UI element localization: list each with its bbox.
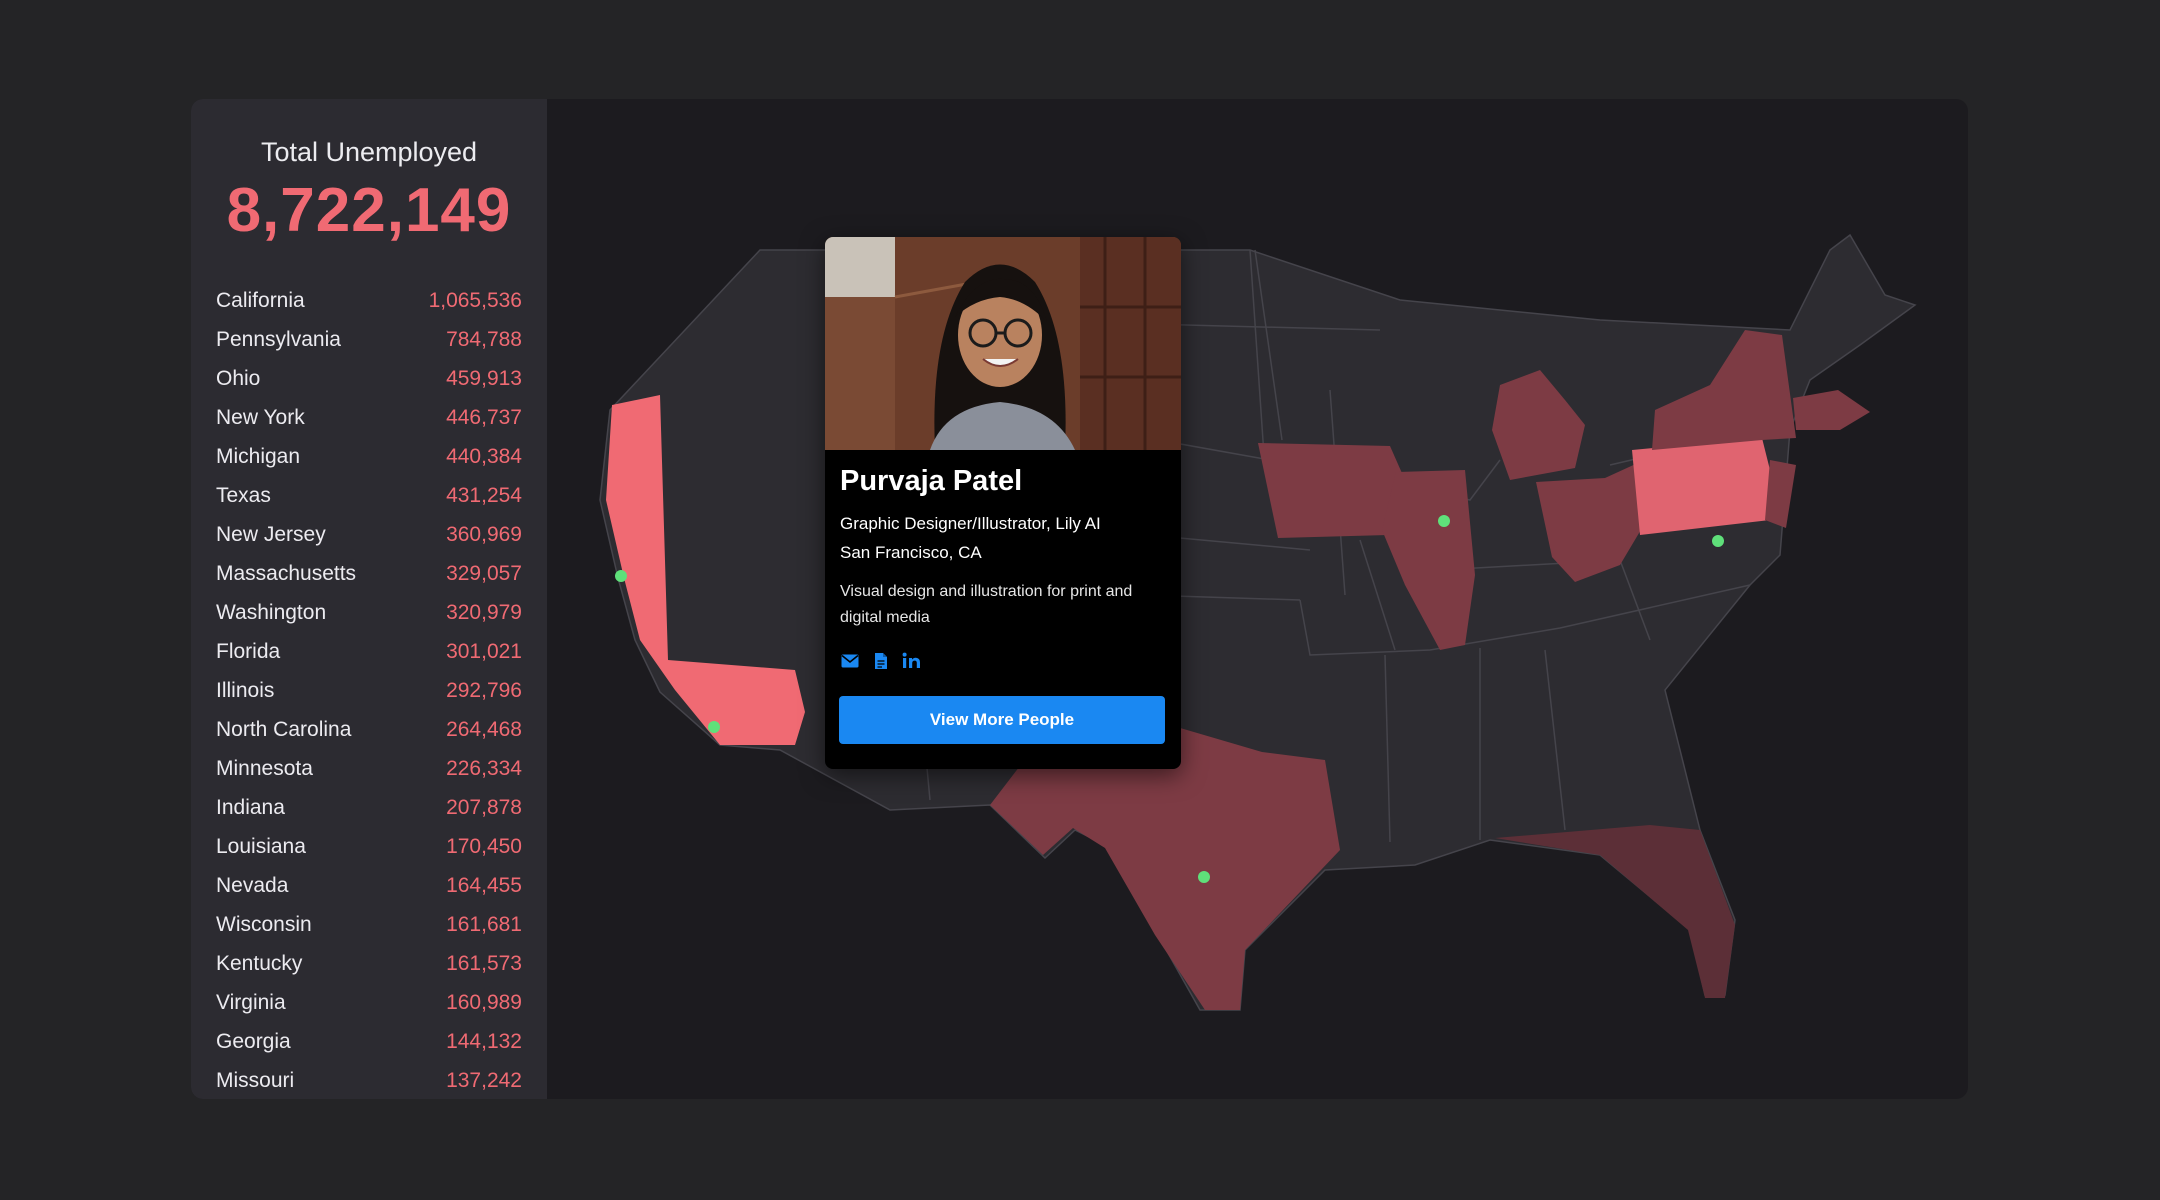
state-name: Wisconsin <box>216 912 312 936</box>
state-row[interactable]: North Carolina 264,468 <box>216 710 522 749</box>
state-count: 164,455 <box>446 873 522 897</box>
state-name: Kentucky <box>216 951 303 975</box>
state-name: Michigan <box>216 444 301 468</box>
state-name: Pennsylvania <box>216 327 341 351</box>
person-bio: Visual design and illustration for print… <box>840 583 1133 626</box>
state-name: New Jersey <box>216 522 326 546</box>
state-count: 431,254 <box>446 483 522 507</box>
total-unemployed-value: 8,722,149 <box>226 176 512 245</box>
state-count: 1,065,536 <box>428 288 522 312</box>
state-name: Washington <box>216 600 327 624</box>
profile-photo <box>825 237 1181 450</box>
state-name: Massachusetts <box>216 561 357 585</box>
state-row[interactable]: New York 446,737 <box>216 398 522 437</box>
state-count: 440,384 <box>446 444 522 468</box>
view-more-people-button[interactable]: View More People <box>839 696 1165 744</box>
state-name: North Carolina <box>216 717 352 741</box>
state-name: Illinois <box>216 678 275 702</box>
contact-icons <box>840 651 921 670</box>
state-row[interactable]: Minnesota 226,334 <box>216 749 522 788</box>
state-row[interactable]: Louisiana 170,450 <box>216 827 522 866</box>
location-marker[interactable] <box>615 570 627 582</box>
us-map-svg[interactable] <box>547 99 1968 1099</box>
state-count: 264,468 <box>446 717 522 741</box>
state-row[interactable]: Texas 431,254 <box>216 476 522 515</box>
state-name: Texas <box>216 483 271 507</box>
state-name: Georgia <box>216 1029 291 1053</box>
location-marker[interactable] <box>708 721 720 733</box>
state-row[interactable]: Virginia 160,989 <box>216 983 522 1022</box>
state-count: 459,913 <box>446 366 522 390</box>
state-count: 320,979 <box>446 600 522 624</box>
location-marker[interactable] <box>1198 871 1210 883</box>
state-count: 292,796 <box>446 678 522 702</box>
dashboard: Total Unemployed 8,722,149 California 1,0… <box>191 99 1968 1099</box>
state-name: Indiana <box>216 795 285 819</box>
state-name: Virginia <box>216 990 286 1014</box>
person-name: Purvaja Patel <box>840 465 1023 497</box>
state-row[interactable]: Missouri 137,242 <box>216 1061 522 1099</box>
state-iowa[interactable] <box>1258 443 1405 538</box>
state-row[interactable]: Wisconsin 161,681 <box>216 905 522 944</box>
state-count: 170,450 <box>446 834 522 858</box>
us-map[interactable] <box>547 99 1968 1099</box>
state-row[interactable]: Nevada 164,455 <box>216 866 522 905</box>
state-row[interactable]: Ohio 459,913 <box>216 359 522 398</box>
state-row[interactable]: Illinois 292,796 <box>216 671 522 710</box>
state-row[interactable]: Michigan 440,384 <box>216 437 522 476</box>
state-new-jersey[interactable] <box>1765 460 1796 528</box>
state-count: 329,057 <box>446 561 522 585</box>
state-row[interactable]: Washington 320,979 <box>216 593 522 632</box>
state-pennsylvania[interactable] <box>1632 438 1772 535</box>
state-name: New York <box>216 405 305 429</box>
unemployment-sidebar: Total Unemployed 8,722,149 California 1,0… <box>191 99 547 1099</box>
state-name: California <box>216 288 305 312</box>
state-name: Missouri <box>216 1068 295 1092</box>
state-row[interactable]: Kentucky 161,573 <box>216 944 522 983</box>
location-marker[interactable] <box>1712 535 1724 547</box>
state-name: Louisiana <box>216 834 306 858</box>
document-icon[interactable] <box>871 651 890 670</box>
state-florida[interactable] <box>1495 825 1735 998</box>
state-row[interactable]: Indiana 207,878 <box>216 788 522 827</box>
state-count: 144,132 <box>446 1029 522 1053</box>
state-name: Ohio <box>216 366 261 390</box>
state-name: Minnesota <box>216 756 313 780</box>
state-count: 301,021 <box>446 639 522 663</box>
linkedin-icon[interactable] <box>902 651 921 670</box>
state-row[interactable]: Florida 301,021 <box>216 632 522 671</box>
state-name: Florida <box>216 639 281 663</box>
state-count: 161,681 <box>446 912 522 936</box>
profile-card: Purvaja Patel Graphic Designer/Illustrat… <box>825 237 1181 769</box>
total-unemployed-label: Total Unemployed <box>260 137 478 167</box>
state-count: 226,334 <box>446 756 522 780</box>
state-name: Nevada <box>216 873 289 897</box>
state-massachusetts[interactable] <box>1793 390 1870 430</box>
state-list: California 1,065,536 Pennsylvania 784,788 … <box>216 281 522 1099</box>
state-row[interactable]: Georgia 144,132 <box>216 1022 522 1061</box>
state-row[interactable]: California 1,065,536 <box>216 281 522 320</box>
email-icon[interactable] <box>840 651 859 670</box>
state-count: 784,788 <box>446 327 522 351</box>
state-count: 137,242 <box>446 1068 522 1092</box>
person-role: Graphic Designer/Illustrator, Lily AI <box>840 514 1101 533</box>
state-count: 161,573 <box>446 951 522 975</box>
state-count: 360,969 <box>446 522 522 546</box>
state-count: 207,878 <box>446 795 522 819</box>
state-row[interactable]: Pennsylvania 784,788 <box>216 320 522 359</box>
state-row[interactable]: New Jersey 360,969 <box>216 515 522 554</box>
person-location: San Francisco, CA <box>840 543 982 562</box>
state-row[interactable]: Massachusetts 329,057 <box>216 554 522 593</box>
location-marker[interactable] <box>1438 515 1450 527</box>
state-count: 160,989 <box>446 990 522 1014</box>
state-count: 446,737 <box>446 405 522 429</box>
